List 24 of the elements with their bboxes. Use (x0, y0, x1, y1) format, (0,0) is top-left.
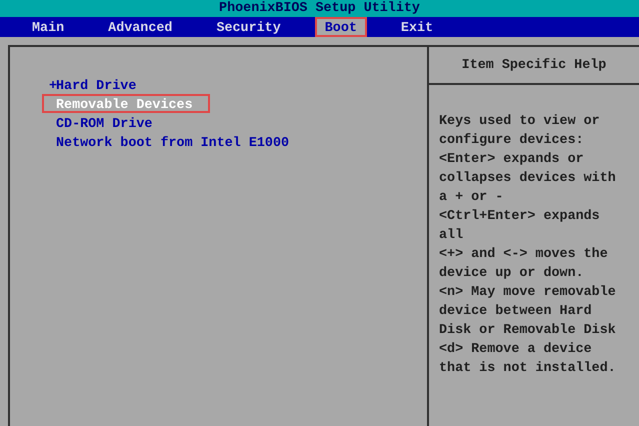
menu-tab[interactable]: Security (206, 17, 291, 37)
boot-device-item[interactable]: Network boot from Intel E1000 (10, 132, 427, 151)
menu-tab[interactable]: Advanced (98, 17, 182, 37)
help-text-line: <Ctrl+Enter> expands (439, 208, 601, 226)
help-text-line: a + or - (439, 189, 504, 207)
help-text-line: <+> and <-> moves the (439, 246, 609, 264)
boot-device-item[interactable]: CD-ROM Drive (10, 113, 427, 132)
help-text-line: collapses devices with (439, 170, 617, 188)
help-text-line: <d> Remove a device (439, 341, 593, 359)
help-text-line: all (439, 227, 464, 245)
help-title: Item Specific Help (429, 47, 639, 85)
help-text-line: <Enter> expands or (439, 151, 585, 169)
help-text-line: Keys used to view or (439, 113, 601, 131)
help-text-line: device up or down. (439, 265, 585, 283)
help-text-line: that is not installed. (439, 360, 617, 378)
menu-tab[interactable]: Exit (390, 17, 444, 37)
menu-tab[interactable]: Boot (314, 17, 367, 37)
help-text-line: <n> May move removable (439, 284, 617, 302)
boot-device-item[interactable]: +Hard Drive (10, 75, 427, 94)
help-text-line: device between Hard (439, 303, 593, 321)
help-text-line: Disk or Removable Disk (439, 322, 617, 340)
window-title: PhoenixBIOS Setup Utility (0, 0, 639, 17)
help-text-line: configure devices: (439, 132, 585, 150)
menu-tab[interactable]: Main (22, 17, 74, 37)
